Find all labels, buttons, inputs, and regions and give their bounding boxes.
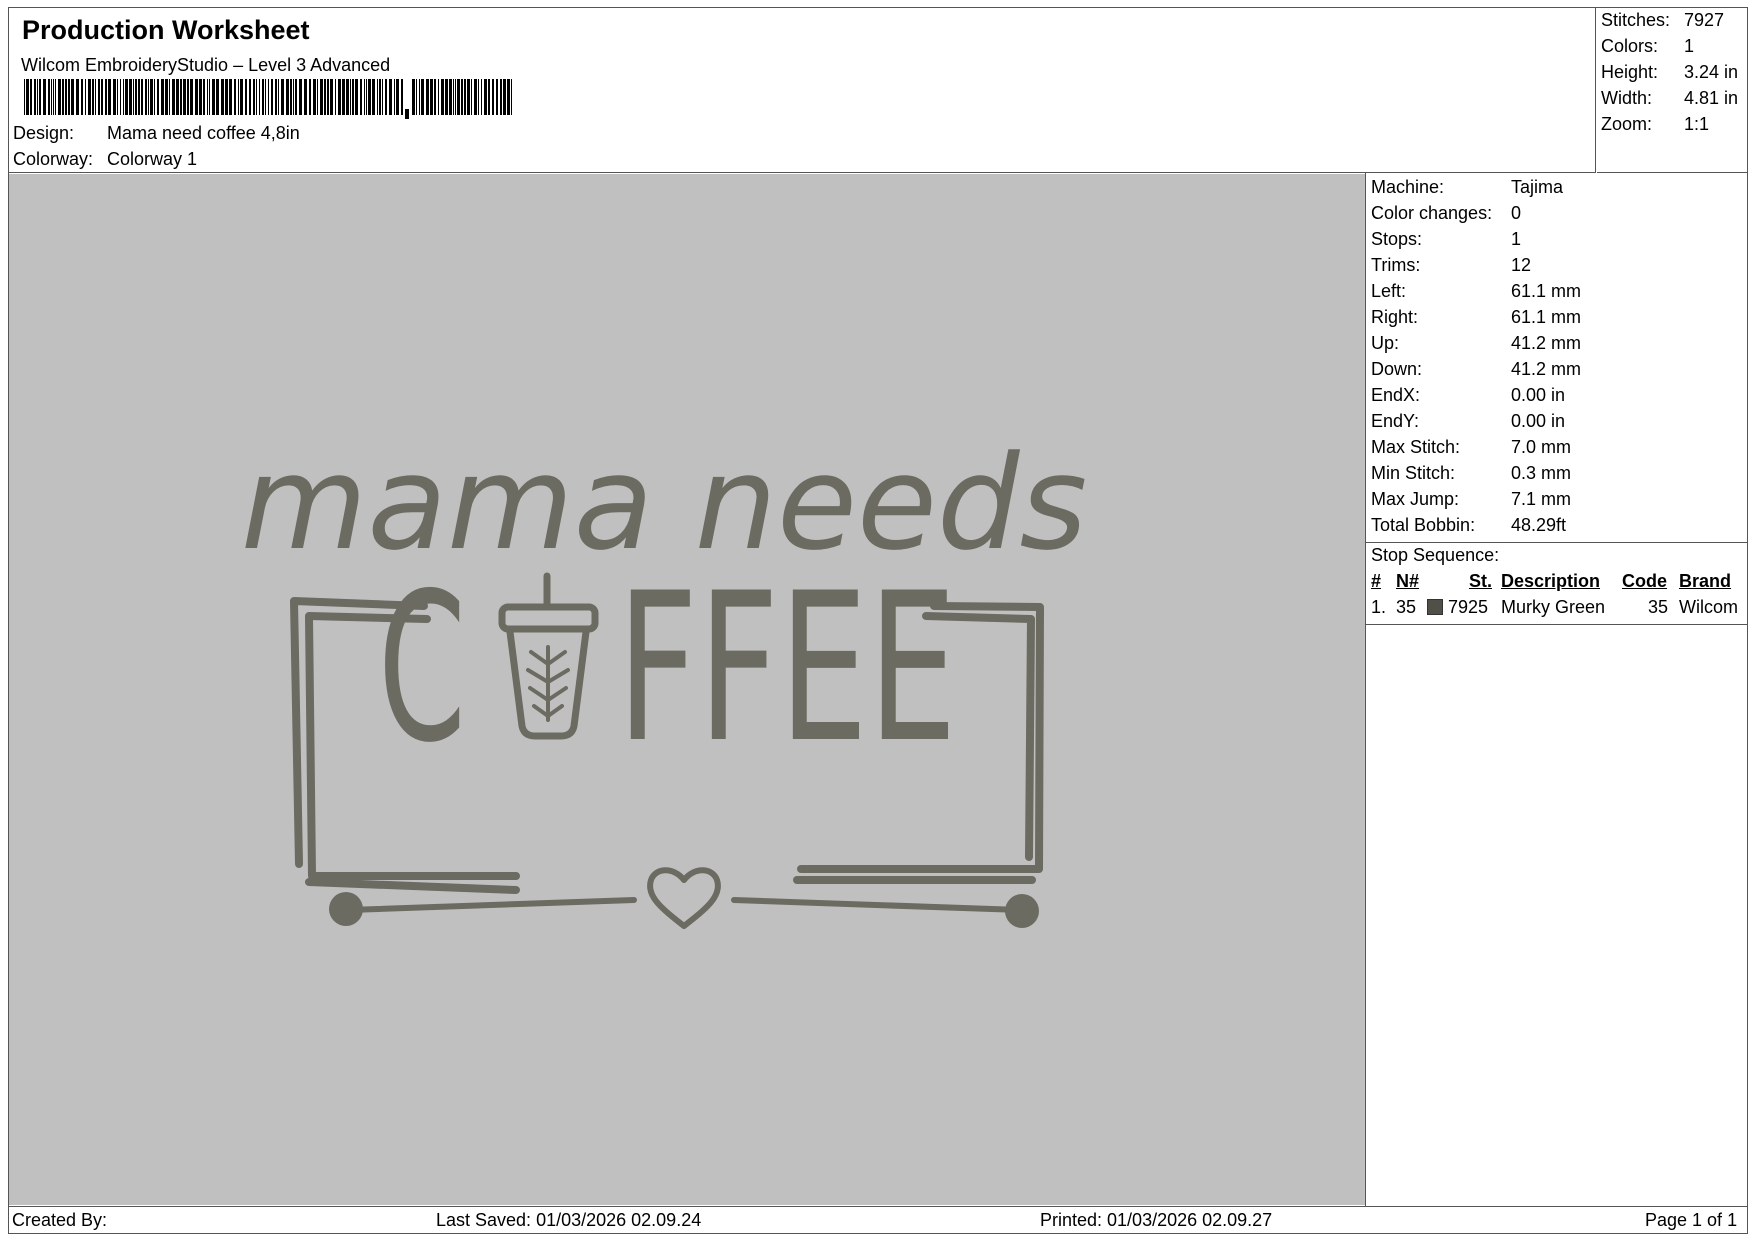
thread-color-swatch [1427,599,1443,615]
design-text-c: C [378,550,466,788]
design-summary: Stitches: 7927 Colors: 1 Height: 3.24 in Wi… [1597,7,1748,173]
col-header-description: Description [1501,571,1601,591]
bottom-dot-right [1005,894,1039,928]
page-title: Production Worksheet [22,15,310,45]
col-header-n: N# [1396,571,1420,591]
stop-stitches: 7925 [1448,597,1489,617]
barcode [24,79,512,119]
heart-icon [647,867,721,929]
colorway-label: Colorway: [13,149,94,169]
col-header-num: # [1371,571,1382,591]
design-text-ffee: FFEE [617,550,957,788]
stop-code: 35 [1648,597,1669,617]
col-header-brand: Brand [1679,571,1732,591]
col-header-code: Code [1622,571,1667,591]
stop-sequence-title: Stop Sequence: [1371,545,1500,565]
stop-needle: 35 [1396,597,1417,617]
properties-panel: Machine: Tajima Color changes: 0 Stops: 1 T… [1365,173,1748,1206]
design-value: Mama need coffee 4,8in [107,123,300,143]
colorway-value: Colorway 1 [107,149,198,169]
stop-description: Murky Green [1501,597,1606,617]
bottom-dot-left [329,892,363,926]
stop-brand: Wilcom [1679,597,1738,617]
worksheet-header: Production Worksheet Wilcom EmbroiderySt… [8,7,1596,173]
frame-left-base [305,878,520,894]
created-by: Created By: [12,1210,108,1230]
col-header-st: St. [1469,571,1493,591]
design-canvas: mama needs C FFEE [9,174,1365,1205]
cup-lid [498,603,599,633]
printed-date: Printed: 01/03/2026 02.09.27 [1040,1210,1273,1230]
worksheet-footer: Created By: Last Saved: 01/03/2026 02.09… [9,1206,1747,1233]
bottom-line-left [346,897,637,913]
embroidery-design: mama needs C FFEE [241,427,1087,929]
software-name: Wilcom EmbroideryStudio – Level 3 Advanc… [21,55,391,75]
bottom-line-right [731,897,1022,913]
last-saved: Last Saved: 01/03/2026 02.09.24 [436,1210,702,1230]
page-number: Page 1 of 1 [1645,1210,1738,1230]
stop-num: 1. [1371,597,1387,617]
design-label: Design: [13,123,75,143]
section-divider [1366,624,1748,625]
section-divider [1366,542,1748,543]
